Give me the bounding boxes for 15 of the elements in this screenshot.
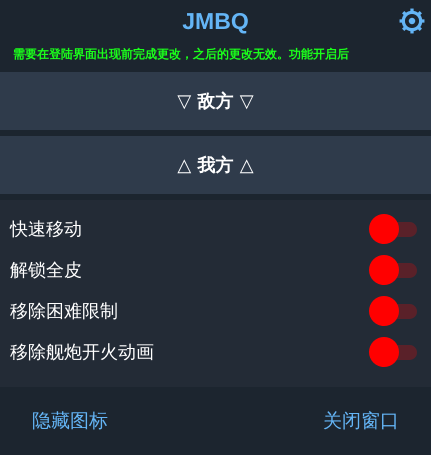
option-label: 快速移动	[10, 218, 82, 240]
option-label: 移除舰炮开火动画	[10, 340, 154, 364]
footer-button[interactable]: 隐藏图标	[24, 402, 116, 440]
section-header[interactable]: ▽ 敌方 ▽	[0, 72, 431, 130]
option-label: 移除困难限制	[10, 300, 118, 322]
toggle-switch[interactable]	[369, 336, 417, 366]
settings-icon[interactable]	[399, 8, 425, 34]
option-label: 解锁全皮	[10, 258, 82, 282]
toggle-switch[interactable]	[369, 296, 417, 326]
toggle-switch[interactable]	[369, 254, 417, 284]
notice-text: 需要在登陆界面出现前完成更改，之后的更改无效。功能开启后	[13, 47, 349, 61]
app-title: JMBQ	[182, 8, 249, 34]
section-header[interactable]: △ 我方 △	[0, 136, 431, 194]
toggle-switch[interactable]	[369, 214, 417, 244]
footer-button[interactable]: 关闭窗口	[315, 402, 407, 440]
